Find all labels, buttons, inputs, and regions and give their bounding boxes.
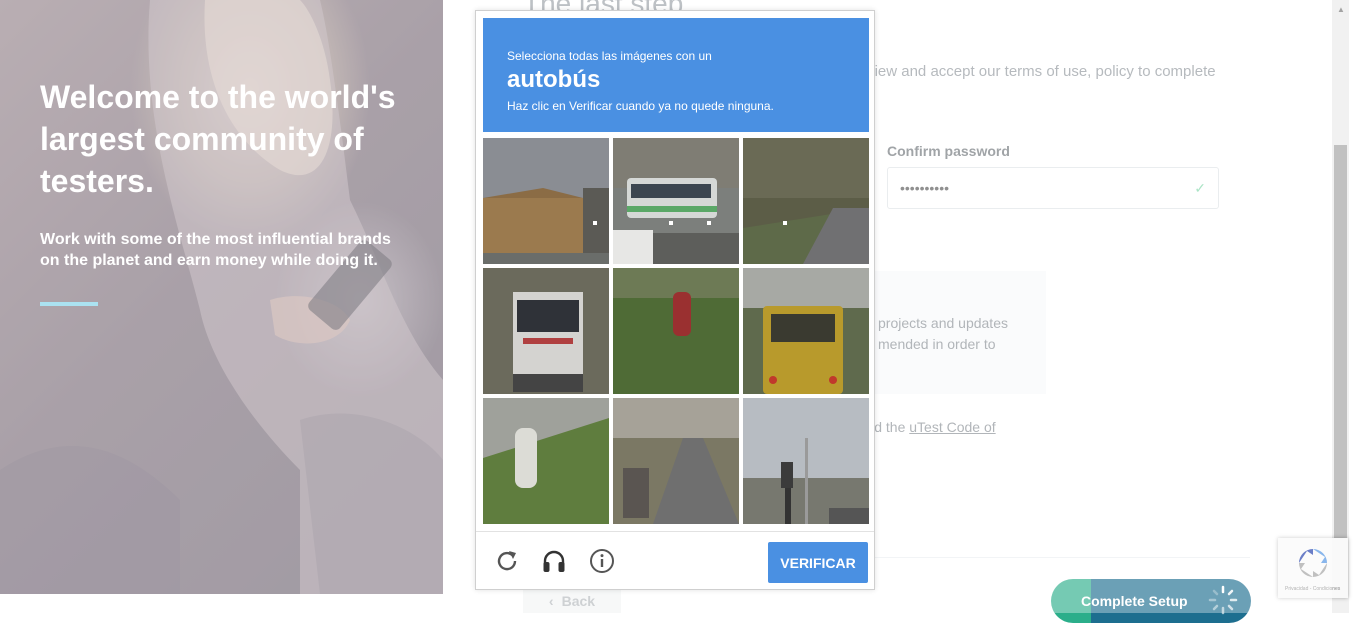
- building-image: [483, 138, 609, 264]
- bus-image: [613, 138, 739, 264]
- captcha-tile[interactable]: [743, 138, 869, 264]
- captcha-instruction: Selecciona todas las imágenes con un: [507, 49, 712, 63]
- captcha-tile[interactable]: [613, 138, 739, 264]
- audio-headphones-icon[interactable]: [541, 548, 567, 574]
- street-image: [613, 398, 739, 524]
- hydrant-image: [613, 268, 739, 394]
- school-bus-image: [743, 268, 869, 394]
- trees-image: [743, 138, 869, 264]
- captcha-tile[interactable]: [613, 398, 739, 524]
- captcha-tile[interactable]: [483, 268, 609, 394]
- info-icon[interactable]: [589, 548, 615, 574]
- verify-button[interactable]: VERIFICAR: [768, 542, 868, 583]
- captcha-tile[interactable]: [743, 268, 869, 394]
- captcha-image-grid: [483, 138, 869, 524]
- bus-rear-image: [483, 268, 609, 394]
- scroll-up-arrow-icon[interactable]: ▲: [1337, 5, 1345, 14]
- captcha-tile[interactable]: [743, 398, 869, 524]
- captcha-header: Selecciona todas las imágenes con un aut…: [483, 18, 869, 132]
- captcha-tile[interactable]: [483, 138, 609, 264]
- captcha-tile[interactable]: [613, 268, 739, 394]
- reload-icon[interactable]: [494, 548, 520, 574]
- scrollbar-thumb[interactable]: [1334, 145, 1347, 545]
- captcha-challenge: Selecciona todas las imágenes con un aut…: [475, 10, 875, 590]
- captcha-target: autobús: [507, 66, 601, 93]
- captcha-footer: VERIFICAR: [476, 531, 874, 590]
- white-hydrant-image: [483, 398, 609, 524]
- captcha-tile[interactable]: [483, 398, 609, 524]
- captcha-hint: Haz clic en Verificar cuando ya no quede…: [507, 99, 774, 113]
- traffic-light-image: [743, 398, 869, 524]
